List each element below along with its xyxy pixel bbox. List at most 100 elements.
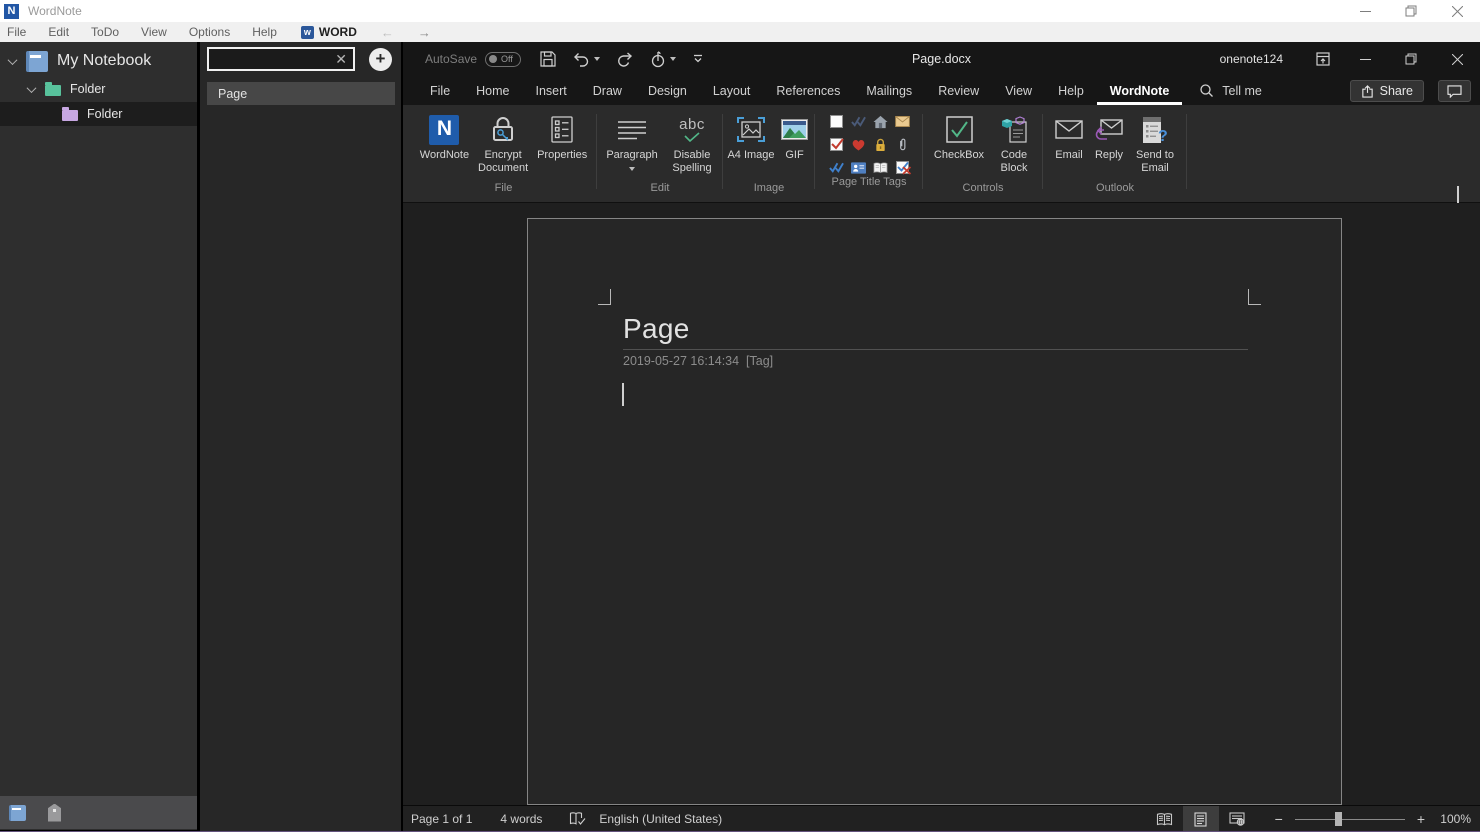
tab-home[interactable]: Home — [463, 76, 522, 105]
tag-paperclip-icon[interactable] — [895, 137, 910, 152]
encrypt-document-button[interactable]: Encrypt Document — [471, 109, 535, 174]
collapse-ribbon-button[interactable] — [1457, 188, 1467, 195]
paragraph-button[interactable]: Paragraph — [600, 109, 664, 171]
zoom-slider[interactable] — [1295, 819, 1405, 820]
zoom-slider-thumb[interactable] — [1335, 812, 1342, 826]
page-search-input[interactable] — [209, 52, 329, 66]
a4-image-button[interactable]: A4 Image — [725, 109, 776, 162]
clear-search-icon[interactable]: ✕ — [329, 51, 353, 68]
page-meta-line[interactable]: 2019-05-27 16:14:34 [Tag] — [623, 354, 773, 368]
word-minimize-button[interactable] — [1342, 42, 1388, 76]
page-list-item[interactable]: Page — [207, 82, 395, 105]
send-to-email-icon: ? — [1142, 116, 1168, 144]
tell-me-box[interactable]: Tell me — [1200, 84, 1262, 98]
word-restore-button[interactable] — [1388, 42, 1434, 76]
notebook-icon[interactable] — [9, 805, 26, 821]
app-minimize-button[interactable] — [1342, 0, 1388, 22]
tab-wordnote[interactable]: WordNote — [1097, 76, 1183, 105]
autosave-toggle[interactable]: Off — [485, 52, 521, 67]
ribbon-display-options-button[interactable] — [1316, 42, 1330, 76]
zoom-level[interactable]: 100% — [1429, 812, 1471, 826]
properties-button[interactable]: Properties — [535, 109, 589, 162]
add-page-button[interactable]: + — [369, 48, 392, 71]
nav-forward-icon[interactable]: → — [418, 25, 431, 40]
word-count[interactable]: 4 words — [500, 812, 542, 826]
tab-layout[interactable]: Layout — [700, 76, 764, 105]
tag-checkbox-x-icon[interactable] — [895, 160, 910, 175]
ribbon-group-outlook: Email Reply ? Send to Email Outlook — [1043, 105, 1187, 202]
notebook-icon — [26, 51, 48, 72]
tab-view[interactable]: View — [992, 76, 1045, 105]
reply-button[interactable]: Reply — [1089, 109, 1129, 162]
disable-spelling-button[interactable]: abc Disable Spelling — [664, 109, 720, 174]
tag-contact-card-icon[interactable] — [851, 160, 866, 175]
page-indicator[interactable]: Page 1 of 1 — [411, 812, 472, 826]
word-close-button[interactable] — [1434, 42, 1480, 76]
touch-mouse-mode-button[interactable] — [650, 51, 676, 68]
tag-blue-double-check-icon[interactable] — [829, 160, 844, 175]
document-page[interactable]: Page 2019-05-27 16:14:34 [Tag] — [527, 218, 1342, 805]
tree-item-my-notebook[interactable]: My Notebook — [0, 45, 197, 77]
tag-lock-icon[interactable] — [873, 137, 888, 152]
gif-button[interactable]: GIF — [777, 109, 813, 162]
print-layout-button[interactable] — [1183, 806, 1219, 832]
tab-draw[interactable]: Draw — [580, 76, 635, 105]
menu-help[interactable]: Help — [241, 22, 288, 42]
tab-help[interactable]: Help — [1045, 76, 1097, 105]
tag-home-icon[interactable] — [873, 114, 888, 129]
nav-back-icon[interactable]: ← — [381, 25, 394, 40]
tag-book-icon[interactable] — [873, 160, 888, 175]
menu-edit[interactable]: Edit — [37, 22, 80, 42]
undo-button[interactable] — [573, 52, 600, 67]
save-button[interactable] — [540, 51, 556, 67]
account-name[interactable]: onenote124 — [1220, 42, 1283, 76]
wordnote-button[interactable]: N WordNote — [418, 109, 471, 162]
tree-item-subfolder[interactable]: Folder — [0, 102, 197, 126]
checkbox-button[interactable]: CheckBox — [928, 109, 990, 162]
tag-checked-checkbox-icon[interactable] — [829, 137, 844, 152]
tag-empty-checkbox-icon[interactable] — [829, 114, 844, 129]
menubar: File Edit ToDo View Options Help w WORD … — [0, 22, 1480, 42]
send-to-email-button[interactable]: ? Send to Email — [1129, 109, 1181, 174]
web-layout-button[interactable] — [1219, 806, 1255, 832]
app-restore-button[interactable] — [1388, 0, 1434, 22]
customize-quick-access-button[interactable] — [693, 54, 703, 64]
menu-todo[interactable]: ToDo — [80, 22, 130, 42]
menu-file[interactable]: File — [0, 22, 37, 42]
comments-button[interactable] — [1438, 80, 1471, 102]
app-close-button[interactable] — [1434, 0, 1480, 22]
tab-mailings[interactable]: Mailings — [853, 76, 925, 105]
menu-view[interactable]: View — [130, 22, 178, 42]
tag-heart-icon[interactable] — [851, 137, 866, 152]
tree-item-folder[interactable]: Folder — [0, 77, 197, 101]
proofing-status-icon[interactable] — [569, 812, 586, 826]
undo-dropdown-icon[interactable] — [594, 57, 600, 61]
language-status[interactable]: English (United States) — [599, 812, 722, 826]
tag-double-check-icon[interactable] — [851, 114, 866, 129]
tab-insert[interactable]: Insert — [523, 76, 580, 105]
code-block-button[interactable]: Code Block — [990, 109, 1038, 174]
wordnote-n-icon: N — [429, 115, 459, 145]
tab-file[interactable]: File — [417, 76, 463, 105]
page-title-text[interactable]: Page — [623, 313, 690, 345]
word-mode-tab[interactable]: w WORD — [301, 25, 357, 39]
chevron-down-icon[interactable] — [27, 83, 37, 93]
ribbon-group-controls: CheckBox Code Block Controls — [923, 105, 1043, 202]
read-mode-button[interactable] — [1147, 806, 1183, 832]
menu-options[interactable]: Options — [178, 22, 241, 42]
group-label-outlook: Outlook — [1043, 181, 1187, 202]
tag-icon[interactable] — [48, 804, 61, 822]
zoom-out-button[interactable]: − — [1271, 811, 1287, 827]
tab-references[interactable]: References — [763, 76, 853, 105]
share-icon — [1361, 85, 1374, 98]
tab-design[interactable]: Design — [635, 76, 700, 105]
tab-review[interactable]: Review — [925, 76, 992, 105]
redo-button[interactable] — [617, 52, 633, 67]
email-button[interactable]: Email — [1049, 109, 1089, 162]
zoom-in-button[interactable]: + — [1413, 811, 1429, 827]
paragraph-dropdown-icon[interactable] — [629, 167, 635, 171]
touch-mode-dropdown-icon[interactable] — [670, 57, 676, 61]
share-button[interactable]: Share — [1350, 80, 1424, 102]
tag-envelope-icon[interactable] — [895, 114, 910, 129]
chevron-down-icon[interactable] — [8, 55, 18, 65]
